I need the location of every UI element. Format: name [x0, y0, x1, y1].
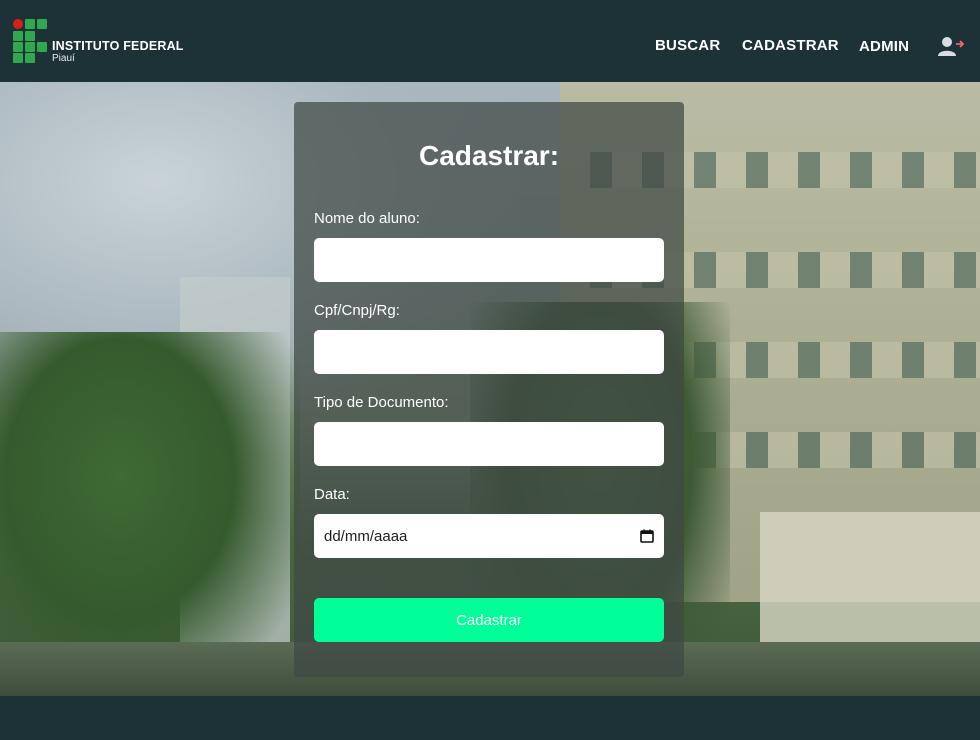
- form-title: Cadastrar:: [418, 140, 560, 171]
- logo-title: INSTITUTO FEDERAL: [52, 39, 184, 53]
- logo-red-dot: [13, 19, 23, 29]
- cadastrar-submit-button[interactable]: Cadastrar: [314, 598, 664, 642]
- instituto-federal-logo[interactable]: INSTITUTO FEDERAL Piauí: [12, 18, 192, 66]
- nav-buscar-link[interactable]: BUSCAR: [655, 37, 720, 54]
- user-logout-icon[interactable]: [938, 36, 966, 58]
- nav-admin-link[interactable]: ADMIN: [859, 38, 909, 55]
- tipo-documento-label: Tipo de Documento:: [314, 394, 449, 411]
- documento-numero-input[interactable]: [314, 330, 664, 374]
- nome-aluno-input[interactable]: [314, 238, 664, 282]
- data-date-input[interactable]: dd/mm/aaaa: [314, 514, 664, 558]
- data-label: Data:: [314, 486, 350, 503]
- date-placeholder: dd/mm/aaaa: [324, 527, 408, 545]
- cadastro-form-panel: Cadastrar: Nome do aluno: Cpf/Cnpj/Rg: T…: [294, 102, 684, 677]
- logo-mark: [12, 18, 48, 64]
- nome-aluno-label: Nome do aluno:: [314, 210, 420, 227]
- documento-numero-label: Cpf/Cnpj/Rg:: [314, 302, 400, 319]
- tipo-documento-input[interactable]: [314, 422, 664, 466]
- logo-subtitle: Piauí: [52, 53, 75, 64]
- top-navbar: INSTITUTO FEDERAL Piauí BUSCAR CADASTRAR…: [0, 0, 980, 82]
- nav-cadastrar-link[interactable]: CADASTRAR: [742, 37, 839, 54]
- calendar-icon[interactable]: [640, 529, 654, 543]
